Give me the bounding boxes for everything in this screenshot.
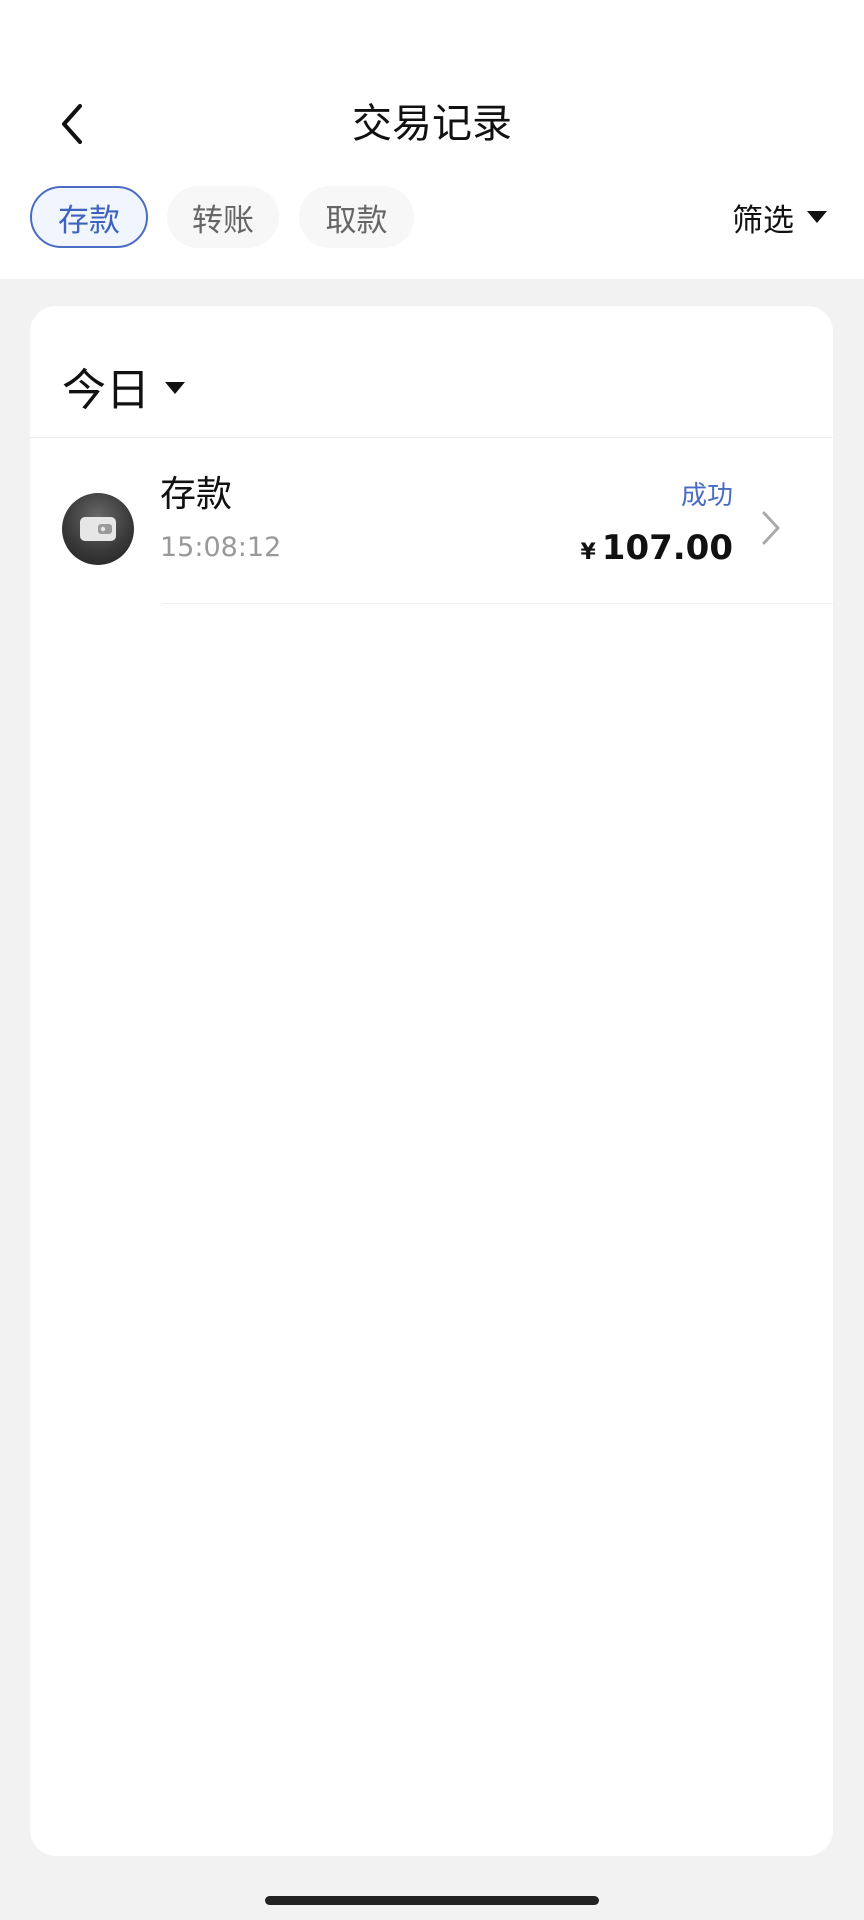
- tab-label: 存款: [58, 202, 120, 239]
- chevron-right-icon: [762, 511, 780, 545]
- filter-button[interactable]: 筛选: [732, 186, 828, 248]
- transaction-time: 15:08:12: [160, 532, 282, 563]
- transaction-title: 存款: [160, 474, 233, 515]
- tab-label: 取款: [325, 202, 388, 239]
- date-group-label: 今日: [62, 365, 150, 416]
- transaction-card: 今日 存款 15:08:12 成功 ¥ 107.00: [30, 306, 833, 1856]
- row-divider: [162, 603, 833, 604]
- tab-withdraw[interactable]: 取款: [299, 186, 414, 248]
- back-button[interactable]: [48, 96, 96, 152]
- tab-label: 转账: [192, 202, 254, 239]
- chevron-left-icon: [62, 104, 82, 144]
- filter-label: 筛选: [732, 202, 794, 239]
- wallet-icon: [62, 493, 134, 565]
- transaction-amount: ¥ 107.00: [580, 526, 733, 575]
- amount-value: 107.00: [601, 528, 733, 568]
- transaction-status: 成功: [680, 481, 733, 511]
- top-area: 交易记录 存款 转账 取款 筛选: [0, 0, 864, 279]
- caret-down-icon: [165, 382, 185, 394]
- home-indicator: [265, 1896, 599, 1905]
- transaction-row[interactable]: 存款 15:08:12 成功 ¥ 107.00: [30, 438, 833, 608]
- page-title: 交易记录: [352, 101, 512, 147]
- tab-deposit[interactable]: 存款: [30, 186, 148, 248]
- date-group-toggle[interactable]: 今日: [62, 352, 186, 420]
- caret-down-icon: [807, 211, 827, 223]
- tab-transfer[interactable]: 转账: [167, 186, 279, 248]
- currency-symbol: ¥: [580, 540, 596, 565]
